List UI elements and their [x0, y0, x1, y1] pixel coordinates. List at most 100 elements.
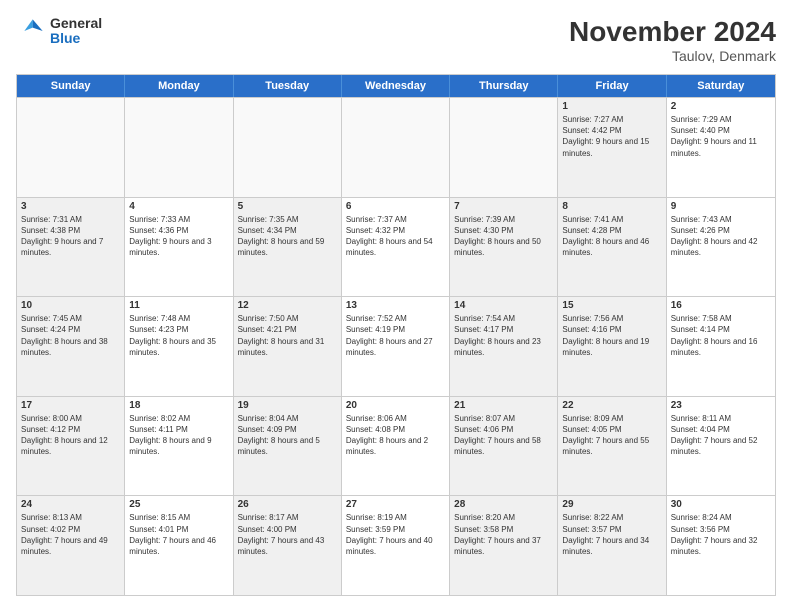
day-info: Sunrise: 7:52 AM Sunset: 4:19 PM Dayligh… — [346, 313, 445, 358]
day-info: Sunrise: 8:13 AM Sunset: 4:02 PM Dayligh… — [21, 512, 120, 557]
day-info: Sunrise: 7:58 AM Sunset: 4:14 PM Dayligh… — [671, 313, 771, 358]
calendar-row: 3 Sunrise: 7:31 AM Sunset: 4:38 PM Daylig… — [17, 197, 775, 297]
calendar-cell: 19 Sunrise: 8:04 AM Sunset: 4:09 PM Dayli… — [234, 397, 342, 496]
day-number: 13 — [346, 300, 445, 311]
day-info: Sunrise: 7:33 AM Sunset: 4:36 PM Dayligh… — [129, 214, 228, 259]
day-number: 20 — [346, 400, 445, 411]
day-number: 23 — [671, 400, 771, 411]
calendar-cell: 7 Sunrise: 7:39 AM Sunset: 4:30 PM Daylig… — [450, 198, 558, 297]
day-number: 19 — [238, 400, 337, 411]
day-info: Sunrise: 7:31 AM Sunset: 4:38 PM Dayligh… — [21, 214, 120, 259]
weekday-header: Sunday — [17, 75, 125, 97]
calendar-cell: 27Sunrise: 8:19 AM Sunset: 3:59 PM Dayli… — [342, 496, 450, 595]
day-info: Sunrise: 8:02 AM Sunset: 4:11 PM Dayligh… — [129, 413, 228, 458]
calendar-cell: 18 Sunrise: 8:02 AM Sunset: 4:11 PM Dayli… — [125, 397, 233, 496]
day-info: Sunrise: 8:09 AM Sunset: 4:05 PM Dayligh… — [562, 413, 661, 458]
logo: General Blue — [16, 16, 102, 47]
calendar-cell — [17, 98, 125, 197]
day-info: Sunrise: 8:17 AM Sunset: 4:00 PM Dayligh… — [238, 512, 337, 557]
day-number: 30 — [671, 499, 771, 510]
calendar-cell: 30 Sunrise: 8:24 AM Sunset: 3:56 PM Dayli… — [667, 496, 775, 595]
day-number: 29 — [562, 499, 661, 510]
calendar-cell — [342, 98, 450, 197]
calendar-cell: 22 Sunrise: 8:09 AM Sunset: 4:05 PM Dayli… — [558, 397, 666, 496]
day-number: 26 — [238, 499, 337, 510]
day-info: Sunrise: 7:43 AM Sunset: 4:26 PM Dayligh… — [671, 214, 771, 259]
location-subtitle: Taulov, Denmark — [569, 48, 776, 64]
day-number: 21 — [454, 400, 553, 411]
day-info: Sunrise: 7:56 AM Sunset: 4:16 PM Dayligh… — [562, 313, 661, 358]
day-info: Sunrise: 8:11 AM Sunset: 4:04 PM Dayligh… — [671, 413, 771, 458]
day-info: Sunrise: 8:07 AM Sunset: 4:06 PM Dayligh… — [454, 413, 553, 458]
day-number: 6 — [346, 201, 445, 212]
calendar: SundayMondayTuesdayWednesdayThursdayFrid… — [16, 74, 776, 596]
calendar-cell: 8 Sunrise: 7:41 AM Sunset: 4:28 PM Daylig… — [558, 198, 666, 297]
day-number: 7 — [454, 201, 553, 212]
day-info: Sunrise: 8:22 AM Sunset: 3:57 PM Dayligh… — [562, 512, 661, 557]
calendar-cell: 1 Sunrise: 7:27 AM Sunset: 4:42 PM Daylig… — [558, 98, 666, 197]
calendar-row: 24 Sunrise: 8:13 AM Sunset: 4:02 PM Dayli… — [17, 495, 775, 595]
day-info: Sunrise: 8:00 AM Sunset: 4:12 PM Dayligh… — [21, 413, 120, 458]
calendar-cell: 15 Sunrise: 7:56 AM Sunset: 4:16 PM Dayli… — [558, 297, 666, 396]
day-info: Sunrise: 7:29 AM Sunset: 4:40 PM Dayligh… — [671, 114, 771, 159]
day-info: Sunrise: 7:54 AM Sunset: 4:17 PM Dayligh… — [454, 313, 553, 358]
day-number: 3 — [21, 201, 120, 212]
calendar-cell: 3 Sunrise: 7:31 AM Sunset: 4:38 PM Daylig… — [17, 198, 125, 297]
day-number: 14 — [454, 300, 553, 311]
day-info: Sunrise: 7:27 AM Sunset: 4:42 PM Dayligh… — [562, 114, 661, 159]
calendar-cell: 28Sunrise: 8:20 AM Sunset: 3:58 PM Dayli… — [450, 496, 558, 595]
calendar-cell — [234, 98, 342, 197]
day-number: 25 — [129, 499, 228, 510]
calendar-cell — [125, 98, 233, 197]
calendar-cell: 9 Sunrise: 7:43 AM Sunset: 4:26 PM Daylig… — [667, 198, 775, 297]
calendar-cell: 6 Sunrise: 7:37 AM Sunset: 4:32 PM Daylig… — [342, 198, 450, 297]
page: General Blue November 2024 Taulov, Denma… — [0, 0, 792, 612]
weekday-header: Tuesday — [234, 75, 342, 97]
day-number: 9 — [671, 201, 771, 212]
day-info: Sunrise: 8:06 AM Sunset: 4:08 PM Dayligh… — [346, 413, 445, 458]
calendar-cell: 16 Sunrise: 7:58 AM Sunset: 4:14 PM Dayli… — [667, 297, 775, 396]
calendar-cell: 13 Sunrise: 7:52 AM Sunset: 4:19 PM Dayli… — [342, 297, 450, 396]
day-number: 24 — [21, 499, 120, 510]
day-number: 10 — [21, 300, 120, 311]
calendar-cell: 14 Sunrise: 7:54 AM Sunset: 4:17 PM Dayli… — [450, 297, 558, 396]
logo-line1: General — [50, 16, 102, 31]
day-number: 16 — [671, 300, 771, 311]
title-block: November 2024 Taulov, Denmark — [569, 16, 776, 64]
day-info: Sunrise: 8:15 AM Sunset: 4:01 PM Dayligh… — [129, 512, 228, 557]
day-number: 15 — [562, 300, 661, 311]
day-number: 1 — [562, 101, 661, 112]
day-number: 8 — [562, 201, 661, 212]
month-title: November 2024 — [569, 16, 776, 48]
day-number: 12 — [238, 300, 337, 311]
calendar-body: 1 Sunrise: 7:27 AM Sunset: 4:42 PM Daylig… — [17, 97, 775, 595]
day-info: Sunrise: 7:35 AM Sunset: 4:34 PM Dayligh… — [238, 214, 337, 259]
logo-text: General Blue — [50, 16, 102, 47]
calendar-row: 10Sunrise: 7:45 AM Sunset: 4:24 PM Dayli… — [17, 296, 775, 396]
calendar-cell: 25 Sunrise: 8:15 AM Sunset: 4:01 PM Dayli… — [125, 496, 233, 595]
calendar-cell: 11 Sunrise: 7:48 AM Sunset: 4:23 PM Dayli… — [125, 297, 233, 396]
weekday-header: Monday — [125, 75, 233, 97]
weekday-header: Saturday — [667, 75, 775, 97]
day-info: Sunrise: 7:37 AM Sunset: 4:32 PM Dayligh… — [346, 214, 445, 259]
day-info: Sunrise: 7:41 AM Sunset: 4:28 PM Dayligh… — [562, 214, 661, 259]
day-info: Sunrise: 7:39 AM Sunset: 4:30 PM Dayligh… — [454, 214, 553, 259]
logo-line2: Blue — [50, 31, 102, 46]
calendar-cell: 26 Sunrise: 8:17 AM Sunset: 4:00 PM Dayli… — [234, 496, 342, 595]
calendar-cell: 24 Sunrise: 8:13 AM Sunset: 4:02 PM Dayli… — [17, 496, 125, 595]
calendar-cell: 4Sunrise: 7:33 AM Sunset: 4:36 PM Daylig… — [125, 198, 233, 297]
day-info: Sunrise: 8:20 AM Sunset: 3:58 PM Dayligh… — [454, 512, 553, 557]
day-info: Sunrise: 8:04 AM Sunset: 4:09 PM Dayligh… — [238, 413, 337, 458]
day-number: 18 — [129, 400, 228, 411]
day-number: 17 — [21, 400, 120, 411]
calendar-row: 17 Sunrise: 8:00 AM Sunset: 4:12 PM Dayli… — [17, 396, 775, 496]
day-info: Sunrise: 8:24 AM Sunset: 3:56 PM Dayligh… — [671, 512, 771, 557]
day-info: Sunrise: 7:50 AM Sunset: 4:21 PM Dayligh… — [238, 313, 337, 358]
day-number: 5 — [238, 201, 337, 212]
day-number: 22 — [562, 400, 661, 411]
day-number: 11 — [129, 300, 228, 311]
calendar-cell: 12 Sunrise: 7:50 AM Sunset: 4:21 PM Dayli… — [234, 297, 342, 396]
header: General Blue November 2024 Taulov, Denma… — [16, 16, 776, 64]
day-info: Sunrise: 7:48 AM Sunset: 4:23 PM Dayligh… — [129, 313, 228, 358]
calendar-cell — [450, 98, 558, 197]
